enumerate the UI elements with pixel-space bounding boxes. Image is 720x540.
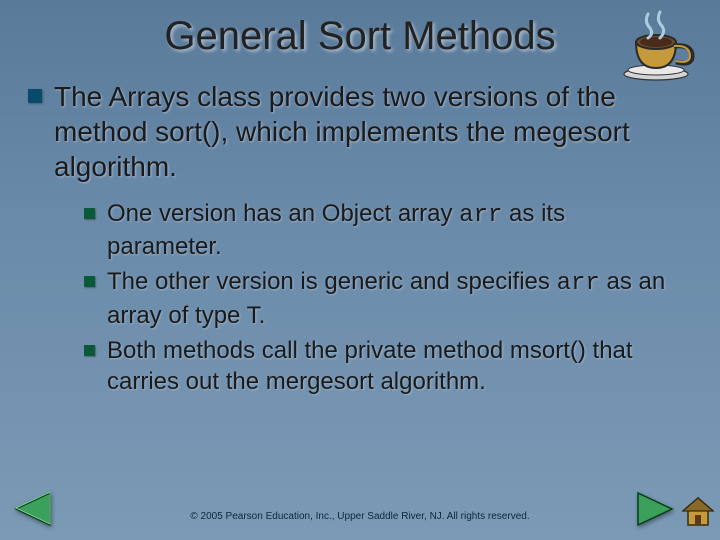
prev-slide-button[interactable] [10, 489, 54, 534]
code-token: arr [459, 202, 502, 229]
square-bullet-icon [84, 208, 95, 219]
bullet-level-1: The Arrays class provides two versions o… [28, 79, 684, 184]
home-icon [680, 495, 716, 529]
code-token: arr [557, 270, 600, 297]
bullet-level-2: The other version is generic and specifi… [84, 266, 684, 330]
copyright-footer: © 2005 Pearson Education, Inc., Upper Sa… [0, 511, 720, 522]
square-bullet-icon [84, 345, 95, 356]
sub-bullet-text: The other version is generic and specifi… [107, 266, 684, 330]
square-bullet-icon [28, 89, 42, 103]
home-button[interactable] [680, 495, 716, 534]
page-title: General Sort Methods [0, 0, 720, 59]
next-arrow-icon [634, 489, 678, 529]
coffee-cup-icon [614, 4, 704, 84]
sub-b-pre: The other version is generic and specifi… [107, 268, 557, 295]
sub-bullet-text: One version has an Object array arr as i… [107, 198, 684, 262]
sub-bullet-text: Both methods call the private method mso… [107, 335, 684, 397]
prev-arrow-icon [10, 489, 54, 529]
main-bullet-text: The Arrays class provides two versions o… [54, 79, 684, 184]
next-slide-button[interactable] [634, 489, 678, 534]
square-bullet-icon [84, 276, 95, 287]
sub-a-pre: One version has an Object array [107, 200, 459, 227]
bullet-level-2: One version has an Object array arr as i… [84, 198, 684, 262]
bullet-level-2: Both methods call the private method mso… [84, 335, 684, 397]
